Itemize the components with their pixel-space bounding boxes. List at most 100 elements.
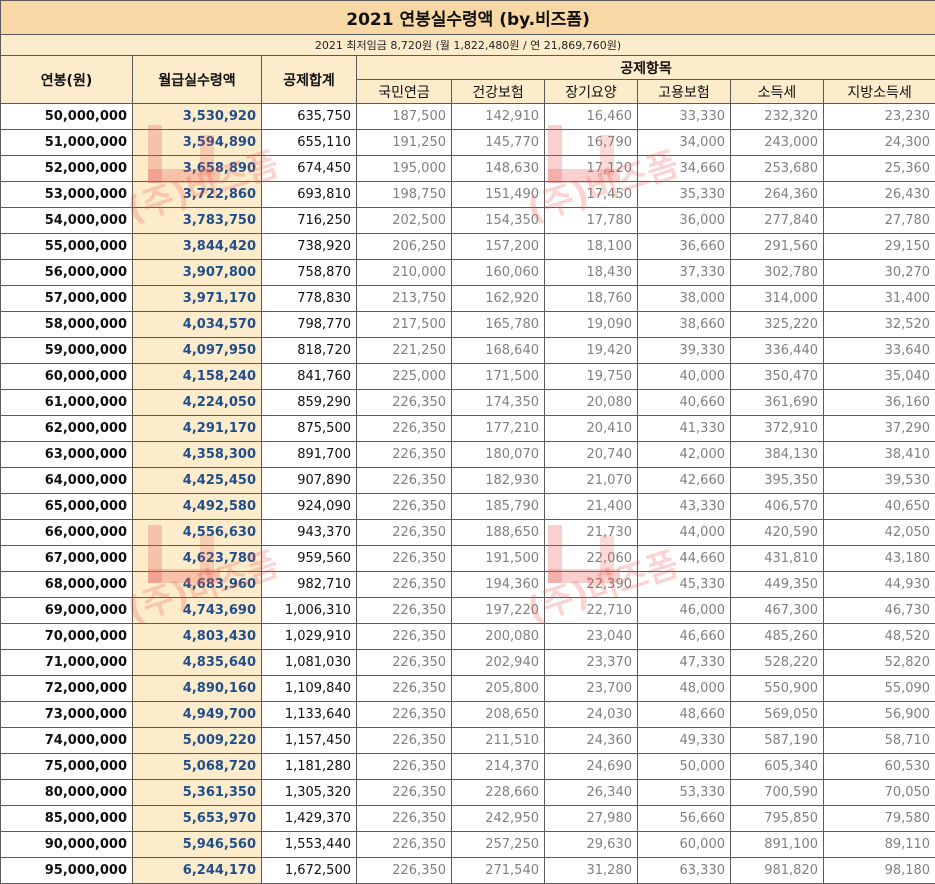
cell-local-income-tax: 38,410 [824, 442, 935, 468]
cell-deduction-total: 716,250 [262, 208, 357, 234]
table-row: 70,000,0004,803,4301,029,910226,350200,0… [1, 624, 935, 650]
cell-health-insurance: 208,650 [452, 702, 545, 728]
cell-national-pension: 226,350 [357, 442, 452, 468]
cell-employment-insurance: 43,330 [638, 494, 731, 520]
cell-long-term-care: 24,360 [545, 728, 638, 754]
cell-income-tax: 232,320 [731, 104, 824, 130]
cell-local-income-tax: 58,710 [824, 728, 935, 754]
cell-national-pension: 226,350 [357, 780, 452, 806]
cell-net-pay: 5,068,720 [133, 754, 262, 780]
cell-health-insurance: 174,350 [452, 390, 545, 416]
cell-local-income-tax: 23,230 [824, 104, 935, 130]
table-row: 50,000,0003,530,920635,750187,500142,910… [1, 104, 935, 130]
cell-employment-insurance: 40,660 [638, 390, 731, 416]
cell-net-pay: 4,683,960 [133, 572, 262, 598]
cell-employment-insurance: 49,330 [638, 728, 731, 754]
cell-local-income-tax: 44,930 [824, 572, 935, 598]
cell-deduction-total: 1,305,320 [262, 780, 357, 806]
header-national-pension: 국민연금 [357, 80, 452, 104]
cell-national-pension: 187,500 [357, 104, 452, 130]
table-row: 63,000,0004,358,300891,700226,350180,070… [1, 442, 935, 468]
cell-national-pension: 226,350 [357, 546, 452, 572]
cell-long-term-care: 18,100 [545, 234, 638, 260]
cell-employment-insurance: 44,000 [638, 520, 731, 546]
cell-local-income-tax: 52,820 [824, 650, 935, 676]
table-row: 74,000,0005,009,2201,157,450226,350211,5… [1, 728, 935, 754]
cell-salary: 72,000,000 [1, 676, 133, 702]
cell-salary: 50,000,000 [1, 104, 133, 130]
header-employment-insurance: 고용보험 [638, 80, 731, 104]
table-row: 80,000,0005,361,3501,305,320226,350228,6… [1, 780, 935, 806]
cell-salary: 68,000,000 [1, 572, 133, 598]
table-row: 59,000,0004,097,950818,720221,250168,640… [1, 338, 935, 364]
cell-long-term-care: 17,780 [545, 208, 638, 234]
table-row: 64,000,0004,425,450907,890226,350182,930… [1, 468, 935, 494]
cell-net-pay: 5,653,970 [133, 806, 262, 832]
cell-local-income-tax: 36,160 [824, 390, 935, 416]
cell-long-term-care: 20,740 [545, 442, 638, 468]
cell-national-pension: 191,250 [357, 130, 452, 156]
table-row: 61,000,0004,224,050859,290226,350174,350… [1, 390, 935, 416]
cell-net-pay: 3,844,420 [133, 234, 262, 260]
header-long-term-care: 장기요양 [545, 80, 638, 104]
cell-deduction-total: 693,810 [262, 182, 357, 208]
cell-net-pay: 4,291,170 [133, 416, 262, 442]
cell-income-tax: 981,820 [731, 858, 824, 884]
cell-net-pay: 4,556,630 [133, 520, 262, 546]
cell-national-pension: 202,500 [357, 208, 452, 234]
cell-deduction-total: 1,553,440 [262, 832, 357, 858]
cell-income-tax: 325,220 [731, 312, 824, 338]
cell-local-income-tax: 25,360 [824, 156, 935, 182]
cell-income-tax: 605,340 [731, 754, 824, 780]
cell-salary: 53,000,000 [1, 182, 133, 208]
cell-employment-insurance: 33,330 [638, 104, 731, 130]
cell-deduction-total: 818,720 [262, 338, 357, 364]
cell-net-pay: 4,743,690 [133, 598, 262, 624]
cell-net-pay: 4,224,050 [133, 390, 262, 416]
cell-income-tax: 243,000 [731, 130, 824, 156]
cell-employment-insurance: 36,660 [638, 234, 731, 260]
salary-table: 2021 연봉실수령액 (by.비즈폼) 2021 최저임금 8,720원 (월… [0, 0, 935, 884]
cell-long-term-care: 23,040 [545, 624, 638, 650]
cell-deduction-total: 1,006,310 [262, 598, 357, 624]
cell-net-pay: 5,946,560 [133, 832, 262, 858]
cell-health-insurance: 148,630 [452, 156, 545, 182]
cell-net-pay: 3,907,800 [133, 260, 262, 286]
cell-employment-insurance: 50,000 [638, 754, 731, 780]
table-row: 71,000,0004,835,6401,081,030226,350202,9… [1, 650, 935, 676]
cell-income-tax: 406,570 [731, 494, 824, 520]
cell-employment-insurance: 42,660 [638, 468, 731, 494]
cell-salary: 56,000,000 [1, 260, 133, 286]
cell-income-tax: 528,220 [731, 650, 824, 676]
cell-long-term-care: 19,750 [545, 364, 638, 390]
table-row: 66,000,0004,556,630943,370226,350188,650… [1, 520, 935, 546]
table-row: 65,000,0004,492,580924,090226,350185,790… [1, 494, 935, 520]
cell-deduction-total: 943,370 [262, 520, 357, 546]
cell-deduction-total: 1,157,450 [262, 728, 357, 754]
cell-national-pension: 210,000 [357, 260, 452, 286]
header-local-income-tax: 지방소득세 [824, 80, 935, 104]
cell-health-insurance: 182,930 [452, 468, 545, 494]
cell-salary: 73,000,000 [1, 702, 133, 728]
cell-income-tax: 395,350 [731, 468, 824, 494]
cell-long-term-care: 31,280 [545, 858, 638, 884]
cell-net-pay: 4,158,240 [133, 364, 262, 390]
cell-national-pension: 226,350 [357, 494, 452, 520]
table-row: 56,000,0003,907,800758,870210,000160,060… [1, 260, 935, 286]
cell-health-insurance: 168,640 [452, 338, 545, 364]
cell-salary: 71,000,000 [1, 650, 133, 676]
cell-long-term-care: 21,070 [545, 468, 638, 494]
cell-deduction-total: 778,830 [262, 286, 357, 312]
cell-health-insurance: 271,540 [452, 858, 545, 884]
cell-national-pension: 226,350 [357, 468, 452, 494]
cell-employment-insurance: 35,330 [638, 182, 731, 208]
cell-deduction-total: 1,029,910 [262, 624, 357, 650]
cell-salary: 95,000,000 [1, 858, 133, 884]
table-row: 62,000,0004,291,170875,500226,350177,210… [1, 416, 935, 442]
cell-salary: 60,000,000 [1, 364, 133, 390]
table-title: 2021 연봉실수령액 (by.비즈폼) [1, 1, 935, 35]
cell-income-tax: 795,850 [731, 806, 824, 832]
cell-net-pay: 3,530,920 [133, 104, 262, 130]
cell-health-insurance: 162,920 [452, 286, 545, 312]
cell-local-income-tax: 60,530 [824, 754, 935, 780]
